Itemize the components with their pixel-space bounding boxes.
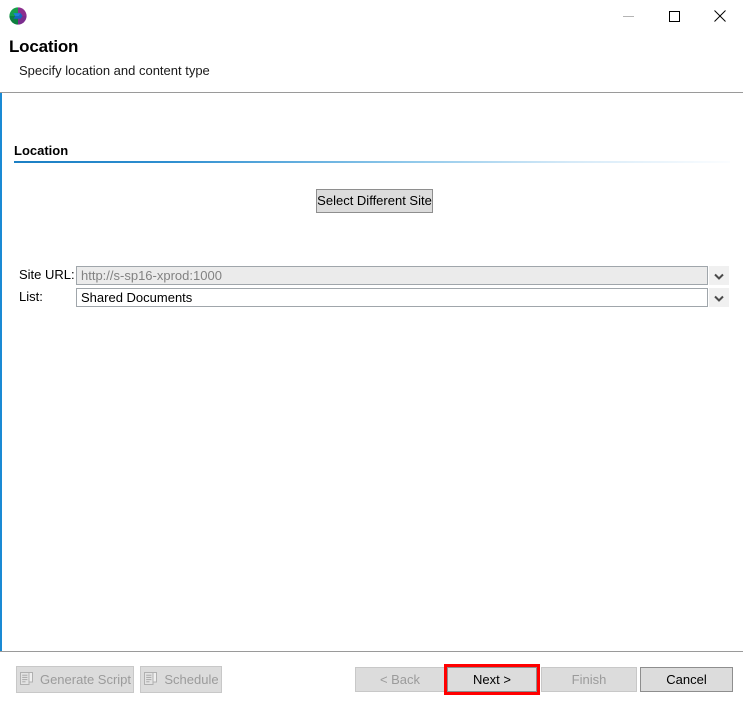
page-subtitle: Specify location and content type [19,63,210,78]
page-title: Location [9,37,79,56]
close-icon[interactable] [697,0,743,32]
site-url-label: Site URL: [19,267,75,282]
chevron-down-icon [714,268,724,283]
dialog-header: Location Specify location and content ty… [0,32,743,92]
list-label: List: [19,289,43,304]
generate-script-button[interactable]: Generate Script [16,666,134,693]
select-different-site-button[interactable]: Select Different Site [316,189,433,213]
cancel-button[interactable]: Cancel [640,667,733,692]
schedule-button[interactable]: Schedule [140,666,222,693]
site-url-dropdown-button[interactable] [709,266,729,285]
section-heading-location: Location [14,143,69,158]
main-content: Location Select Different Site Site URL:… [2,93,743,652]
section-underline [14,161,730,163]
app-cube-logo-icon [8,6,28,26]
minimize-icon[interactable] [605,0,651,32]
schedule-label: Schedule [164,672,219,687]
list-input[interactable] [76,288,708,307]
window-controls [605,0,743,32]
finish-button[interactable]: Finish [541,667,637,692]
next-button[interactable]: Next > [447,667,537,692]
generate-script-label: Generate Script [39,672,132,687]
chevron-down-icon [714,290,724,305]
site-url-input[interactable] [76,266,708,285]
list-dropdown-button[interactable] [709,288,729,307]
dialog-footer: Generate Script Schedule < Back Next > F… [0,652,743,710]
title-bar [0,0,743,32]
back-button[interactable]: < Back [355,667,445,692]
field-row-list: List: [2,288,743,307]
field-row-site-url: Site URL: [2,266,743,285]
script-document-icon [19,671,34,689]
script-document-icon [143,671,158,689]
maximize-icon[interactable] [651,0,697,32]
